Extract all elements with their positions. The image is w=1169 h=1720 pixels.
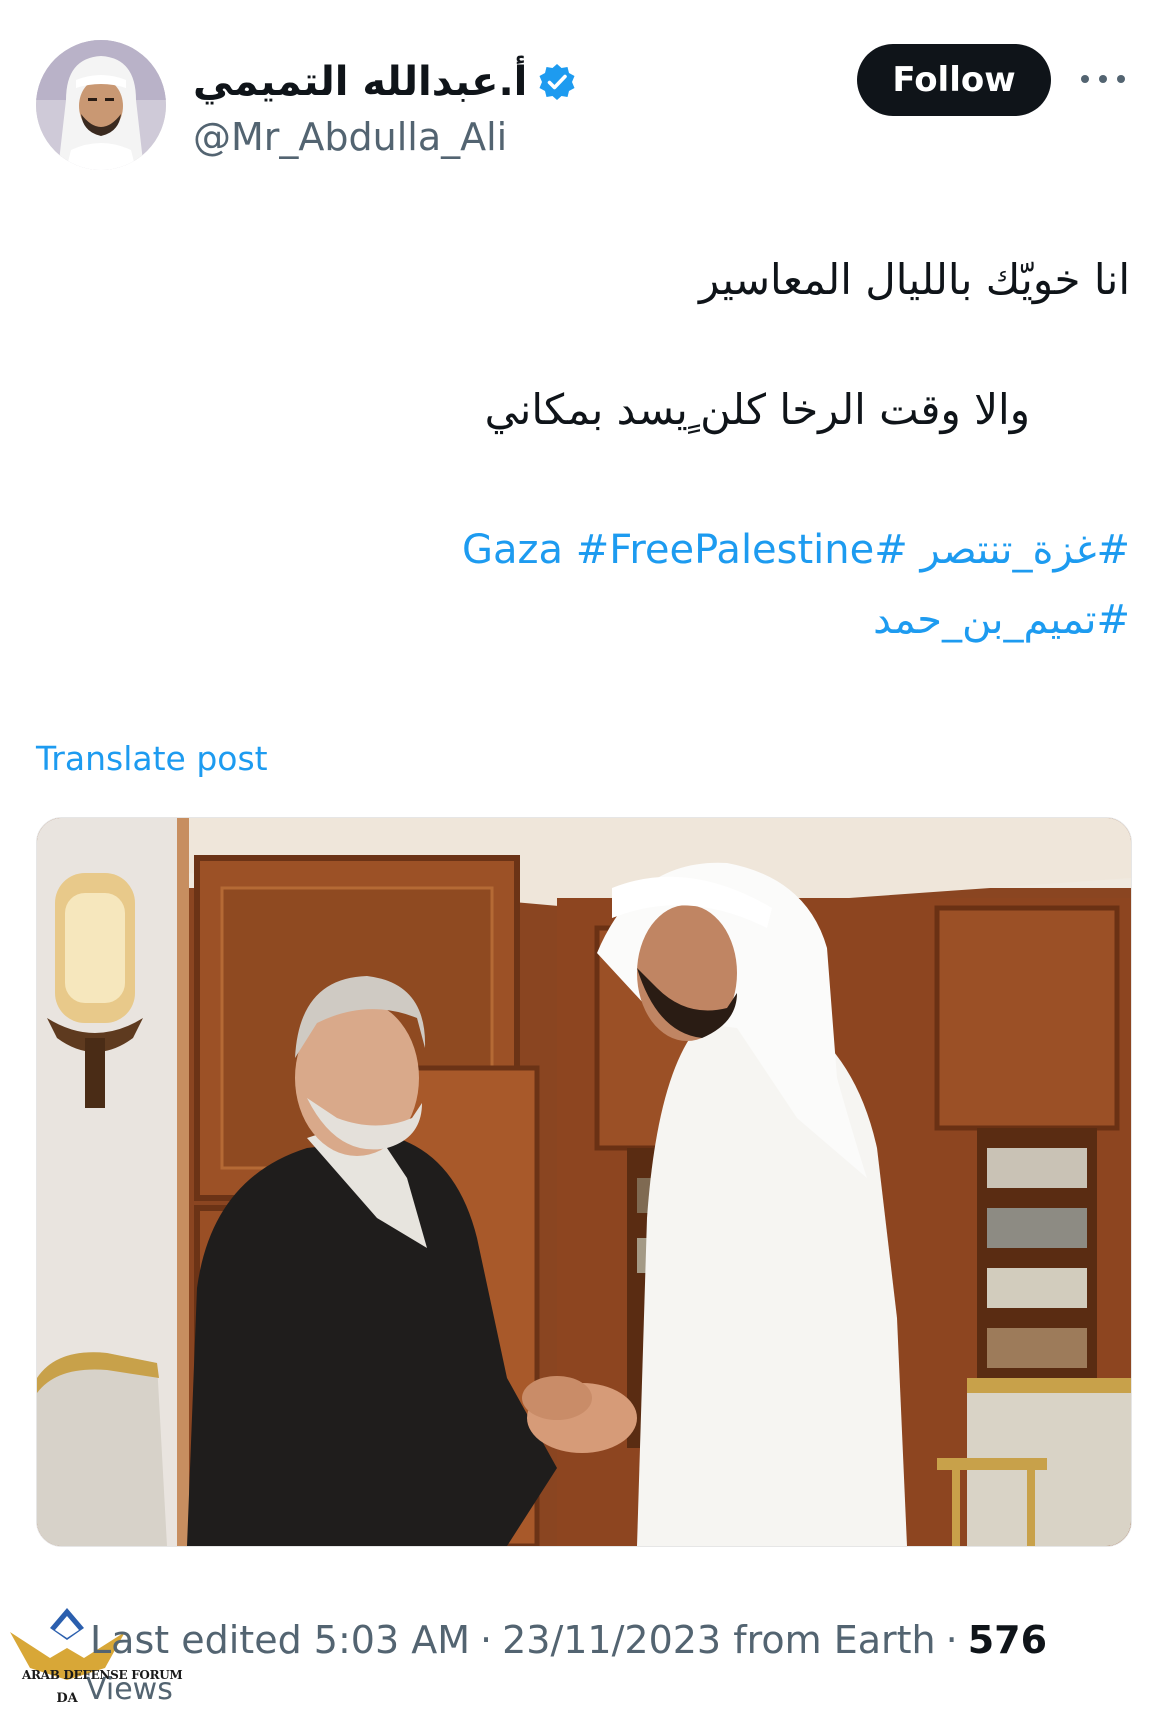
hashtags-line-2: #تميم_بن_حمد — [873, 590, 1130, 650]
author-handle[interactable]: @Mr_Abdulla_Ali — [193, 112, 507, 162]
more-horizontal-icon[interactable] — [1076, 64, 1130, 94]
author-avatar[interactable] — [36, 40, 166, 170]
author-display-name[interactable]: أ.عبدالله التميمي — [193, 54, 527, 110]
follow-button[interactable]: Follow — [857, 44, 1051, 116]
hashtag-link[interactable]: #غزة_تنتصر — [921, 527, 1131, 573]
hashtags-line-1: #غزة_تنتصر #Gaza #FreePalestine — [462, 520, 1130, 580]
tweet-text-line-1: انا خويّك بالليال المعاسير — [699, 255, 1130, 304]
tweet-header: أ.عبدالله التميمي @Mr_Abdulla_Ali Follow — [36, 40, 1130, 170]
watermark-logo-text: DA — [56, 1691, 78, 1706]
hashtag-link[interactable]: #تميم_بن_حمد — [873, 597, 1130, 643]
verified-badge-icon — [539, 64, 575, 100]
hashtag-link[interactable]: #FreePalestine — [576, 527, 875, 573]
tweet-photo[interactable] — [36, 817, 1132, 1547]
tweet-text-line-2: والا وقت الرخا كلن ٍيسد بمكاني — [484, 385, 1030, 434]
tweet-metadata: Last edited 5:03 AM · 23/11/2023 from Eart… — [90, 1618, 1048, 1662]
author-name-row: أ.عبدالله التميمي — [193, 54, 577, 110]
edited-label[interactable]: Last edited — [90, 1618, 302, 1662]
post-date[interactable]: 23/11/2023 — [502, 1618, 721, 1662]
views-count: 576 — [967, 1618, 1048, 1662]
watermark-text: ARAB DEFENSE FORUM — [22, 1668, 183, 1682]
avatar-image — [36, 40, 166, 170]
photo-image — [37, 818, 1131, 1546]
translate-post-link[interactable]: Translate post — [36, 735, 268, 783]
post-source: from Earth — [733, 1618, 936, 1662]
post-time[interactable]: 5:03 AM — [314, 1618, 470, 1662]
